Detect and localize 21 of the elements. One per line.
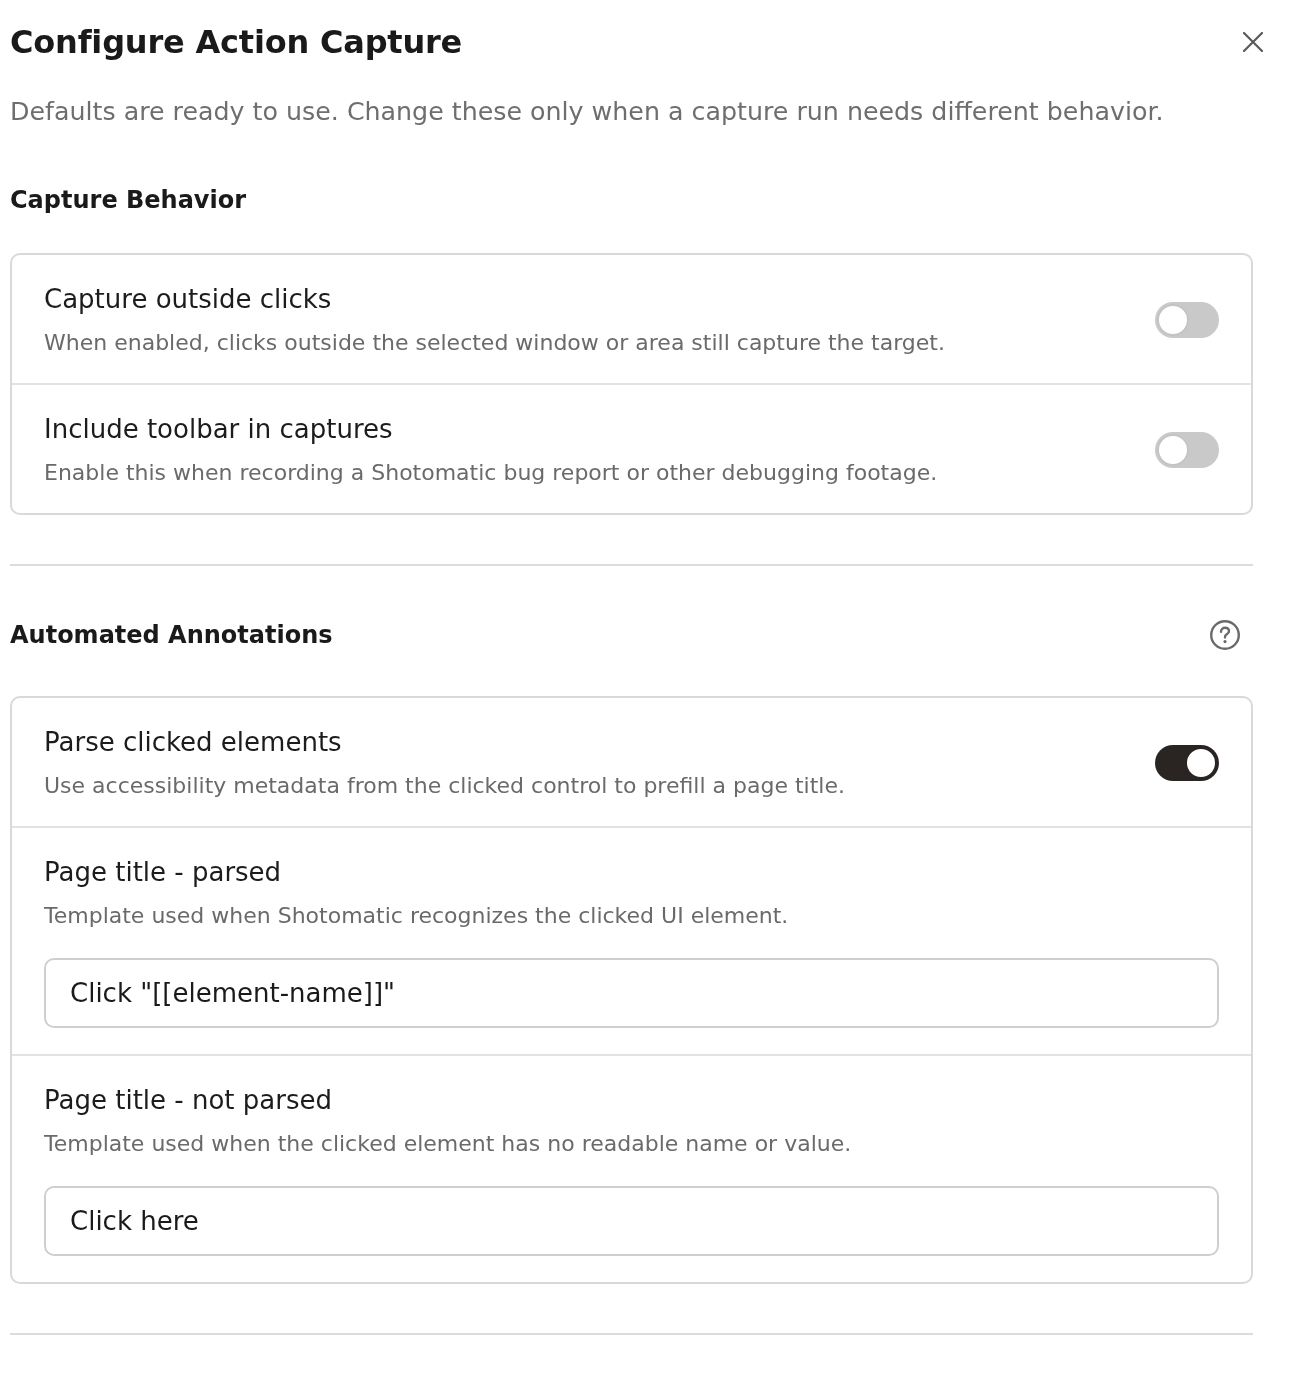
setting-description: Enable this when recording a Shotomatic bug report or other debugging footage. [44, 459, 938, 487]
setting-description: Template used when Shotomatic recognizes the clicked UI element. [44, 902, 790, 930]
help-icon[interactable] [1210, 620, 1240, 650]
toggle-switch[interactable] [1155, 432, 1219, 468]
setting-title: Include toolbar in captures [44, 413, 394, 445]
toggle-switch[interactable] [1155, 745, 1219, 781]
dialog-title: Configure Action Capture [10, 22, 463, 63]
setting-description: When enabled, clicks outside the selected window or area still capture the target. [44, 329, 945, 357]
close-icon[interactable] [1243, 32, 1263, 52]
toggle-switch[interactable] [1155, 302, 1219, 338]
section-heading: Capture Behavior [10, 185, 247, 216]
setting-title: Parse clicked elements [44, 726, 343, 758]
text-field[interactable]: Click here [44, 1186, 1219, 1256]
section-heading: Automated Annotations [10, 620, 333, 651]
setting-title: Capture outside clicks [44, 283, 333, 315]
dialog-subtitle: Defaults are ready to use. Change these only when a capture run needs different behavior. [10, 96, 1165, 128]
setting-description: Use accessibility metadata from the clicked control to prefill a page title. [44, 772, 845, 800]
setting-title: Page title - parsed [44, 856, 283, 888]
setting-title: Page title - not parsed [44, 1084, 333, 1116]
text-field[interactable]: Click "[[element-name]]" [44, 958, 1219, 1028]
setting-description: Template used when the clicked element has no readable name or value. [44, 1130, 853, 1158]
